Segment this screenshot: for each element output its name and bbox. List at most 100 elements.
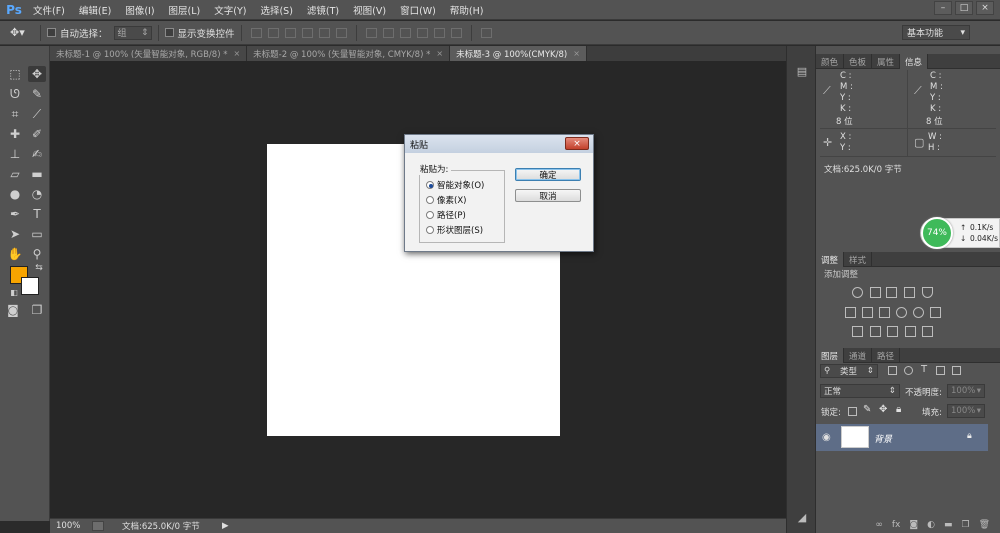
clone-stamp-tool-icon[interactable]: ⊥ [6, 146, 24, 162]
align-hcenter-icon[interactable] [318, 27, 330, 38]
filter-smart-object-icon[interactable] [952, 366, 961, 375]
vibrance-adj-icon[interactable] [922, 287, 933, 298]
menu-type[interactable]: 文字(Y) [207, 3, 253, 17]
tab-properties[interactable]: 属性 [872, 54, 901, 69]
layer-thumbnail[interactable] [841, 426, 869, 448]
close-tab-icon[interactable]: × [436, 49, 443, 58]
workspace-dropdown[interactable]: 基本功能 ▾ [902, 25, 970, 40]
move-tool-preset-icon[interactable]: ✥▾ [0, 26, 34, 39]
blur-tool-icon[interactable]: ● [6, 186, 24, 202]
invert-adj-icon[interactable] [852, 326, 863, 337]
tab-untitled-1[interactable]: 未标题-1 @ 100% (矢量智能对象, RGB/8) * × [50, 46, 248, 61]
color-lookup-adj-icon[interactable] [930, 307, 941, 318]
align-vcenter-icon[interactable] [267, 27, 279, 38]
distribute-top-icon[interactable] [365, 27, 377, 38]
screen-mode-icon[interactable]: ❐ [28, 302, 46, 318]
posterize-adj-icon[interactable] [870, 326, 881, 337]
align-right-icon[interactable] [335, 27, 347, 38]
dialog-close-button[interactable]: × [565, 137, 589, 150]
radio-button[interactable] [426, 196, 434, 204]
marquee-tool-icon[interactable]: ⬚ [6, 66, 24, 82]
radio-smart-object[interactable]: 智能对象(O) [426, 179, 484, 191]
lock-all-icon[interactable]: 🔒︎ [896, 404, 901, 415]
close-tab-icon[interactable]: × [573, 49, 580, 58]
hand-tool-icon[interactable]: ✋ [6, 246, 24, 262]
eraser-tool-icon[interactable]: ▱ [6, 166, 24, 182]
close-tab-icon[interactable]: × [233, 49, 240, 58]
tab-untitled-3[interactable]: 未标题-3 @ 100%(CMYK/8) × [450, 46, 587, 61]
menu-file[interactable]: 文件(F) [26, 3, 72, 17]
distribute-bottom-icon[interactable] [399, 27, 411, 38]
filter-type-icon[interactable]: T [921, 364, 927, 375]
ok-button[interactable]: 确定 [515, 168, 581, 181]
black-white-adj-icon[interactable] [879, 307, 890, 318]
dodge-tool-icon[interactable]: ◔ [28, 186, 46, 202]
layer-name[interactable]: 背景 [874, 432, 892, 445]
align-left-icon[interactable] [301, 27, 313, 38]
type-tool-icon[interactable]: T [28, 206, 46, 222]
curves-adj-icon[interactable] [886, 287, 897, 298]
tab-layers[interactable]: 图层 [816, 348, 845, 363]
proof-icon[interactable] [92, 521, 104, 531]
tab-info[interactable]: 信息 [900, 54, 929, 69]
cancel-button[interactable]: 取消 [515, 189, 581, 202]
tab-swatches[interactable]: 色板 [844, 54, 873, 69]
photo-filter-adj-icon[interactable] [896, 307, 907, 318]
close-window-button[interactable]: × [976, 1, 994, 15]
pen-tool-icon[interactable]: ✒ [6, 206, 24, 222]
radio-pixels[interactable]: 像素(X) [426, 194, 466, 206]
radio-button[interactable] [426, 211, 434, 219]
menu-view[interactable]: 视图(V) [346, 3, 393, 17]
hue-sat-adj-icon[interactable] [845, 307, 856, 318]
levels-adj-icon[interactable] [870, 287, 881, 298]
link-layers-icon[interactable]: ∞ [875, 520, 883, 530]
color-balance-adj-icon[interactable] [862, 307, 873, 318]
tab-paths[interactable]: 路径 [872, 348, 901, 363]
auto-select-checkbox[interactable] [47, 28, 56, 37]
new-layer-icon[interactable]: ❐ [961, 520, 969, 530]
filter-shape-icon[interactable] [936, 366, 945, 375]
auto-align-icon[interactable] [480, 27, 492, 38]
gradient-map-adj-icon[interactable] [922, 326, 933, 337]
status-menu-arrow-icon[interactable]: ▶ [222, 521, 229, 531]
align-top-icon[interactable] [250, 27, 262, 38]
tab-color[interactable]: 颜色 [816, 54, 845, 69]
show-transform-checkbox[interactable] [164, 28, 174, 37]
zoom-level[interactable]: 100% [50, 521, 88, 531]
menu-window[interactable]: 窗口(W) [393, 3, 443, 17]
new-adjustment-icon[interactable]: ◐ [927, 520, 935, 530]
tab-untitled-2[interactable]: 未标题-2 @ 100% (矢量智能对象, CMYK/8) * × [247, 46, 451, 61]
new-group-icon[interactable]: ▬ [944, 520, 953, 530]
lock-position-icon[interactable]: ✥ [879, 404, 887, 415]
visibility-eye-icon[interactable]: ◉ [822, 432, 831, 443]
menu-layer[interactable]: 图层(L) [162, 3, 208, 17]
restore-button[interactable]: □ [955, 1, 973, 15]
threshold-adj-icon[interactable] [887, 326, 898, 337]
tab-styles[interactable]: 样式 [844, 252, 873, 267]
delete-layer-icon[interactable]: 🗑︎ [979, 520, 990, 530]
layer-filter-dropdown[interactable]: ⚲ 类型 ⇕ [820, 364, 878, 378]
opacity-input[interactable]: 100% ▾ [947, 384, 985, 398]
layer-style-icon[interactable]: fx [892, 520, 901, 530]
crop-tool-icon[interactable]: ⌗ [6, 106, 24, 122]
path-select-tool-icon[interactable]: ➤ [6, 226, 24, 242]
menu-help[interactable]: 帮助(H) [443, 3, 491, 17]
history-brush-tool-icon[interactable]: ✍ [28, 146, 46, 162]
eyedropper-tool-icon[interactable]: ⟋ [28, 106, 46, 122]
shape-tool-icon[interactable]: ▭ [28, 226, 46, 242]
tab-adjustments[interactable]: 调整 [816, 252, 845, 267]
strip-scroll-icon[interactable]: ◢ [795, 510, 809, 524]
blend-mode-dropdown[interactable]: 正常 ⇕ [820, 384, 900, 398]
exposure-adj-icon[interactable] [904, 287, 915, 298]
menu-filter[interactable]: 滤镜(T) [300, 3, 346, 17]
distribute-hcenter-icon[interactable] [433, 27, 445, 38]
filter-pixel-icon[interactable] [888, 366, 897, 375]
brush-tool-icon[interactable]: ✐ [28, 126, 46, 142]
selective-color-adj-icon[interactable] [905, 326, 916, 337]
radio-button[interactable] [426, 181, 434, 189]
tab-channels[interactable]: 通道 [844, 348, 873, 363]
menu-select[interactable]: 选择(S) [253, 3, 299, 17]
default-colors-icon[interactable]: ◧ [5, 284, 23, 300]
channel-mixer-adj-icon[interactable] [913, 307, 924, 318]
healing-brush-tool-icon[interactable]: ✚ [6, 126, 24, 142]
